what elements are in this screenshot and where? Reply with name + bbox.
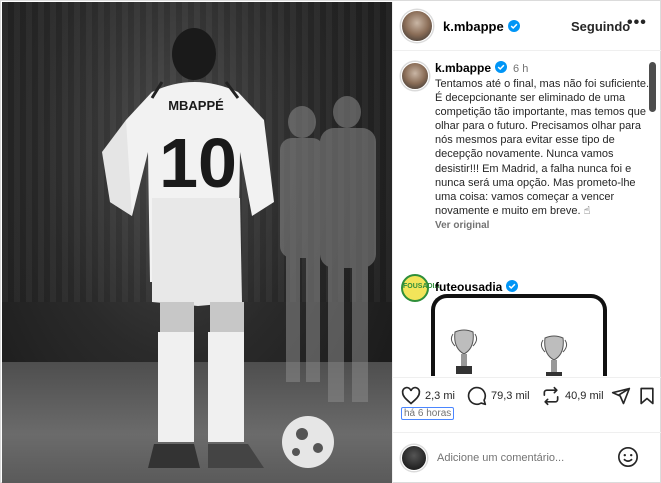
caption-text: Tentamos até o final, mas não foi sufici… — [435, 78, 649, 217]
share-button[interactable] — [611, 386, 635, 406]
repost-count: 40,9 mil — [565, 390, 604, 402]
caption-time[interactable]: 6 h — [513, 63, 528, 75]
author-avatar[interactable] — [401, 10, 433, 42]
save-button[interactable] — [637, 386, 661, 406]
comment-input[interactable]: Adicione um comentário... — [437, 452, 564, 464]
comments-list[interactable]: k.mbappe 6 h Tentamos até o final, mas nã… — [393, 52, 649, 376]
comment-icon — [467, 386, 487, 406]
comment-button[interactable]: 79,3 mil — [467, 386, 530, 406]
post-photo[interactable]: MBAPPÉ 10 — [2, 2, 392, 483]
heart-icon — [401, 386, 421, 405]
more-options-icon[interactable]: ••• — [627, 14, 647, 32]
caption-avatar[interactable] — [401, 62, 429, 90]
author-username[interactable]: k.mbappe — [443, 19, 520, 34]
bookmark-icon — [640, 387, 654, 405]
svg-text:10: 10 — [159, 124, 237, 202]
add-comment-bar: Adicione um comentário... — [393, 432, 661, 483]
following-button[interactable]: Seguindo — [571, 19, 630, 34]
emoji-icon[interactable] — [617, 446, 639, 468]
share-icon — [611, 387, 631, 405]
like-count: 2,3 mi — [425, 390, 455, 402]
verified-icon — [506, 280, 519, 292]
commenter-username[interactable]: futeousadia — [435, 280, 519, 294]
post-sidebar: k.mbappe Seguindo ••• k.mbappe 6 h Tentam… — [392, 2, 661, 483]
action-bar: 2,3 mi 79,3 mil 40,9 mil — [393, 377, 661, 411]
post-modal: MBAPPÉ 10 k.mbappe Seguindo ••• k.mbappe… — [0, 0, 661, 483]
commenter-avatar[interactable]: FOUSADIA — [401, 274, 440, 302]
commenter-avatar-text: FOUSADIA — [403, 283, 440, 290]
caption-username[interactable]: k.mbappe — [435, 61, 491, 75]
viewer-avatar — [401, 445, 427, 471]
svg-text:MBAPPÉ: MBAPPÉ — [168, 98, 224, 113]
like-button[interactable]: 2,3 mi — [401, 386, 455, 406]
comments-scrollbar[interactable] — [649, 62, 656, 112]
post-timestamp[interactable]: há 6 horas — [401, 407, 455, 420]
trophy-icon — [450, 329, 478, 374]
player-illustration: MBAPPÉ 10 — [102, 28, 376, 468]
comment-count: 79,3 mil — [491, 390, 530, 402]
post-header: k.mbappe Seguindo ••• — [393, 2, 661, 51]
see-original-link[interactable]: Ver original — [435, 220, 649, 231]
repost-button[interactable]: 40,9 mil — [541, 386, 604, 406]
repost-icon — [543, 386, 559, 406]
trophy-icon — [540, 335, 568, 376]
comment-image[interactable] — [435, 298, 603, 376]
verified-icon — [507, 19, 520, 32]
verified-icon — [495, 61, 508, 73]
